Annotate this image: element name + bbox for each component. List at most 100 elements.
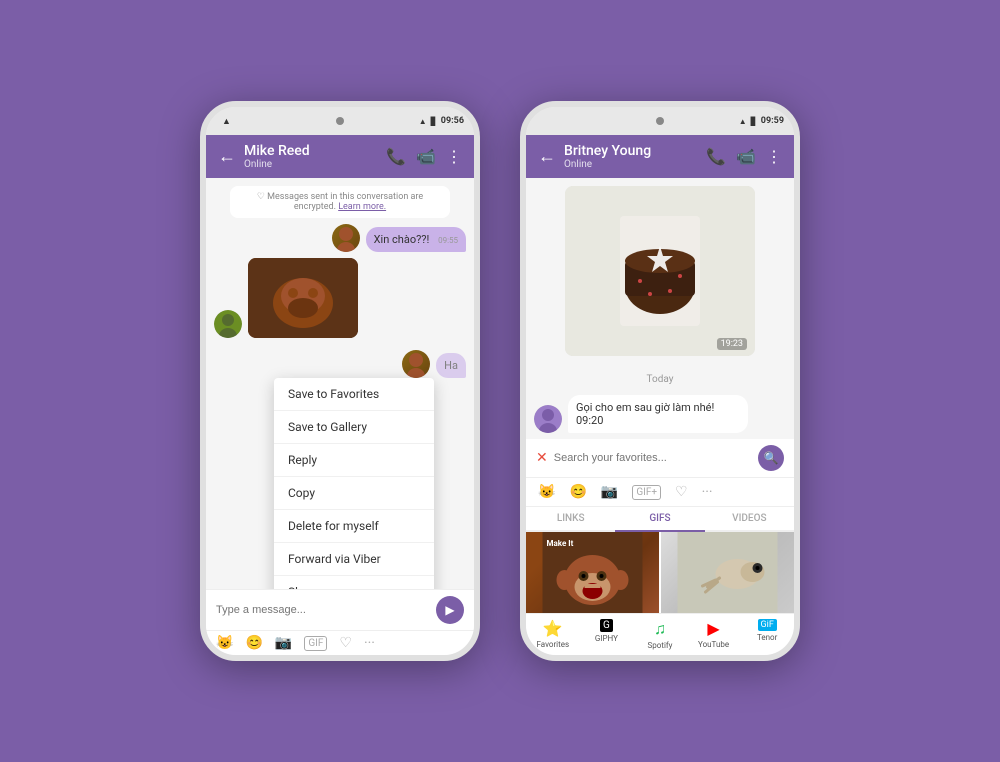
avatar-img-2	[214, 310, 242, 338]
camera-icon-right[interactable]: 📷	[601, 484, 618, 500]
image-bubble[interactable]	[248, 258, 358, 338]
battery-icon-right: ▊	[751, 117, 757, 126]
left-contact-name: Mike Reed	[244, 143, 378, 159]
photo-preview	[565, 186, 755, 356]
back-button-right[interactable]: ←	[538, 146, 556, 167]
app-bar-favorites[interactable]: ⭐ Favorites	[526, 614, 580, 655]
context-copy[interactable]: Copy	[274, 477, 434, 510]
gif-grid: Make It	[526, 532, 794, 613]
tab-videos[interactable]: VIDEOS	[705, 507, 794, 530]
tab-links[interactable]: LINKS	[526, 507, 615, 530]
more-options-icon-right[interactable]: ⋮	[766, 147, 782, 166]
received-bubble-text: Gọi cho em sau giờ làm nhé! 09:20	[568, 395, 748, 433]
left-header-info: Mike Reed Online	[244, 143, 378, 170]
app-bar-youtube[interactable]: ▶ YouTube	[687, 614, 741, 655]
media-icons-row: 😺 😊 📷 GIF+ ♡ ···	[526, 478, 794, 507]
receiver-avatar-left	[214, 310, 242, 338]
status-bar-left: ▲	[222, 116, 231, 127]
right-contact-name: Britney Young	[564, 143, 698, 159]
giphy-icon: G	[600, 619, 613, 632]
photo-timestamp: 19:23	[717, 338, 747, 350]
left-toolbar: 😺 😊 📷 GIF ♡ ···	[206, 630, 474, 655]
camera-icon-left[interactable]: 📷	[275, 635, 292, 651]
camera-dot-right	[656, 117, 664, 125]
encryption-notice: ♡ Messages sent in this conversation are…	[230, 186, 450, 218]
clear-search-icon[interactable]: ✕	[536, 450, 548, 466]
context-menu: Save to Favorites Save to Gallery Reply …	[274, 378, 434, 589]
svg-text:Make It: Make It	[547, 539, 574, 548]
tab-gifs[interactable]: GIFS	[615, 507, 704, 532]
sent-bubble-2: Ha	[436, 353, 466, 378]
tenor-label: Tenor	[757, 633, 777, 642]
favorites-label: Favorites	[536, 640, 569, 649]
right-phone: ▲ ▊ 09:59 ← Britney Young Online 📞 📹 ⋮	[520, 101, 800, 661]
left-input-area: ▶	[206, 589, 474, 630]
phone-call-icon-right[interactable]: 📞	[706, 147, 726, 166]
back-button-left[interactable]: ←	[218, 146, 236, 167]
left-chat-header: ← Mike Reed Online 📞 📹 ⋮	[206, 135, 474, 178]
context-save-favorites[interactable]: Save to Favorites	[274, 378, 434, 411]
left-message-input[interactable]	[216, 604, 430, 616]
wifi-icon-right: ▲	[739, 117, 747, 126]
context-save-gallery[interactable]: Save to Gallery	[274, 411, 434, 444]
search-bar: ✕ 🔍	[526, 439, 794, 478]
time-right: 09:59	[761, 116, 784, 126]
more-icon-right[interactable]: ···	[702, 484, 713, 500]
heart-icon-right[interactable]: ♡	[675, 484, 688, 500]
context-delete[interactable]: Delete for myself	[274, 510, 434, 543]
more-icon-left[interactable]: ···	[364, 635, 375, 651]
youtube-icon: ▶	[707, 619, 719, 638]
video-call-icon-left[interactable]: 📹	[416, 147, 436, 166]
gif-cell-1[interactable]: Make It	[526, 532, 659, 613]
image-preview	[248, 258, 358, 338]
right-contact-status: Online	[564, 159, 698, 170]
app-bar-tenor[interactable]: GiF Tenor	[740, 614, 794, 655]
received-image-row: Save to Favorites Save to Gallery Reply …	[214, 258, 466, 338]
date-divider: Today	[526, 370, 794, 389]
more-options-icon-left[interactable]: ⋮	[446, 147, 462, 166]
sender-avatar-left-2	[402, 350, 430, 378]
favorites-panel: ✕ 🔍 😺 😊 📷 GIF+ ♡ ··· LINKS GIFS VIDEOS	[526, 439, 794, 613]
video-call-icon-right[interactable]: 📹	[736, 147, 756, 166]
favorites-search-input[interactable]	[554, 452, 752, 464]
sender-avatar-left	[332, 224, 360, 252]
app-bar-spotify[interactable]: ♫ Spotify	[633, 614, 687, 655]
camera-dot	[336, 117, 344, 125]
learn-more-link[interactable]: Learn more.	[338, 202, 386, 212]
received-text-row: Gọi cho em sau giờ làm nhé! 09:20	[526, 395, 794, 433]
media-tabs: LINKS GIFS VIDEOS	[526, 507, 794, 532]
gif-preview-1: Make It	[526, 532, 659, 613]
gif-plus-icon[interactable]: GIF+	[632, 485, 661, 500]
youtube-label: YouTube	[698, 640, 729, 649]
right-avatar-img	[534, 405, 562, 433]
right-chat-body: 19:23 Today Gọi cho em sau giờ làm nhé! …	[526, 178, 794, 613]
app-bar-giphy[interactable]: G GIPHY	[580, 614, 634, 655]
gif-icon-left[interactable]: GIF	[304, 636, 327, 651]
heart-icon-left[interactable]: ♡	[339, 635, 352, 651]
gif-cell-2[interactable]	[661, 532, 794, 613]
wifi-icon: ▲	[419, 117, 427, 126]
sticker-icon-left[interactable]: 😊	[245, 635, 262, 651]
context-forward[interactable]: Forward via Viber	[274, 543, 434, 576]
search-button[interactable]: 🔍	[758, 445, 784, 471]
phone-call-icon-left[interactable]: 📞	[386, 147, 406, 166]
favorites-icon: ⭐	[543, 619, 563, 638]
time-left: 09:56	[441, 116, 464, 126]
emoji-icon-left[interactable]: 😺	[216, 635, 233, 651]
context-share[interactable]: Share	[274, 576, 434, 589]
photo-message: 19:23	[565, 186, 755, 356]
context-reply[interactable]: Reply	[274, 444, 434, 477]
face-icon[interactable]: 😊	[569, 484, 586, 500]
left-send-button[interactable]: ▶	[436, 596, 464, 624]
sent-message-2: Ha	[214, 350, 466, 378]
right-header-actions: 📞 📹 ⋮	[706, 147, 782, 166]
right-chat-header: ← Britney Young Online 📞 📹 ⋮	[526, 135, 794, 178]
sent-message-1: Xin chào??! 09:55	[214, 224, 466, 252]
right-status-bar: ▲ ▊ 09:59	[526, 107, 794, 135]
battery-icon-left: ▊	[431, 117, 437, 126]
right-header-info: Britney Young Online	[564, 143, 698, 170]
avatar-img-3	[402, 350, 430, 378]
cat-icon[interactable]: 😺	[538, 484, 555, 500]
left-contact-status: Online	[244, 159, 378, 170]
spotify-label: Spotify	[648, 641, 673, 650]
